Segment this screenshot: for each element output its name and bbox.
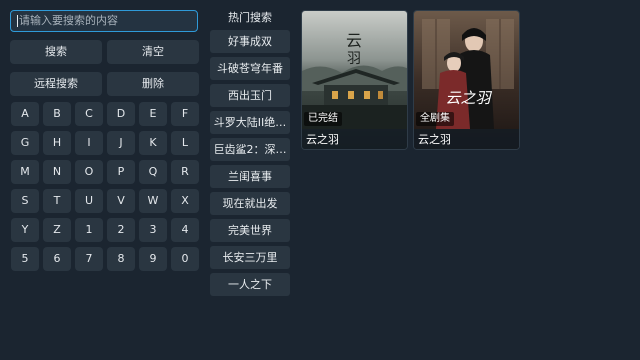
key-m[interactable]: M — [11, 160, 39, 184]
delete-button[interactable]: 删除 — [107, 72, 199, 96]
hot-search-item[interactable]: 现在就出发 — [210, 192, 290, 215]
key-x[interactable]: X — [171, 189, 199, 213]
search-placeholder: 请输入要搜索的内容 — [19, 14, 118, 27]
remote-search-button[interactable]: 远程搜索 — [10, 72, 102, 96]
result-card[interactable]: 云之羽 全剧集 云之羽 — [413, 10, 520, 150]
key-i[interactable]: I — [75, 131, 103, 155]
key-6[interactable]: 6 — [43, 247, 71, 271]
hot-search-item[interactable]: 一人之下 — [210, 273, 290, 296]
svg-text:羽: 羽 — [347, 51, 361, 67]
hot-search-item[interactable]: 长安三万里 — [210, 246, 290, 269]
clear-button[interactable]: 清空 — [107, 40, 199, 64]
key-o[interactable]: O — [75, 160, 103, 184]
search-button[interactable]: 搜索 — [10, 40, 102, 64]
key-e[interactable]: E — [139, 102, 167, 126]
key-8[interactable]: 8 — [107, 247, 135, 271]
key-f[interactable]: F — [171, 102, 199, 126]
hot-search-item[interactable]: 斗罗大陆II绝… — [210, 111, 290, 134]
svg-text:云: 云 — [346, 31, 362, 50]
hot-search-item[interactable]: 斗破苍穹年番 — [210, 57, 290, 80]
key-v[interactable]: V — [107, 189, 135, 213]
hot-search-item[interactable]: 完美世界 — [210, 219, 290, 242]
key-7[interactable]: 7 — [75, 247, 103, 271]
text-cursor — [17, 15, 18, 27]
key-q[interactable]: Q — [139, 160, 167, 184]
svg-text:云之羽: 云之羽 — [445, 89, 492, 107]
key-0[interactable]: 0 — [171, 247, 199, 271]
key-a[interactable]: A — [11, 102, 39, 126]
hot-search-item[interactable]: 好事成双 — [210, 30, 290, 53]
key-2[interactable]: 2 — [107, 218, 135, 242]
key-n[interactable]: N — [43, 160, 71, 184]
key-4[interactable]: 4 — [171, 218, 199, 242]
key-u[interactable]: U — [75, 189, 103, 213]
key-1[interactable]: 1 — [75, 218, 103, 242]
key-k[interactable]: K — [139, 131, 167, 155]
search-input[interactable]: 请输入要搜索的内容 — [10, 10, 198, 32]
hot-search-item[interactable]: 西出玉门 — [210, 84, 290, 107]
key-y[interactable]: Y — [11, 218, 39, 242]
key-b[interactable]: B — [43, 102, 71, 126]
key-t[interactable]: T — [43, 189, 71, 213]
key-r[interactable]: R — [171, 160, 199, 184]
status-badge: 全剧集 — [416, 112, 454, 126]
status-badge: 已完结 — [304, 112, 342, 126]
hot-search-title: 热门搜索 — [228, 11, 272, 24]
key-p[interactable]: P — [107, 160, 135, 184]
key-l[interactable]: L — [171, 131, 199, 155]
hot-search-item[interactable]: 兰闺喜事 — [210, 165, 290, 188]
key-w[interactable]: W — [139, 189, 167, 213]
key-d[interactable]: D — [107, 102, 135, 126]
result-title: 云之羽 — [414, 129, 519, 149]
key-s[interactable]: S — [11, 189, 39, 213]
key-z[interactable]: Z — [43, 218, 71, 242]
key-9[interactable]: 9 — [139, 247, 167, 271]
key-c[interactable]: C — [75, 102, 103, 126]
key-3[interactable]: 3 — [139, 218, 167, 242]
key-g[interactable]: G — [11, 131, 39, 155]
result-card[interactable]: 云 羽 已完结 云之羽 — [301, 10, 408, 150]
key-5[interactable]: 5 — [11, 247, 39, 271]
key-h[interactable]: H — [43, 131, 71, 155]
hot-search-item[interactable]: 巨齿鲨2：深… — [210, 138, 290, 161]
key-j[interactable]: J — [107, 131, 135, 155]
result-title: 云之羽 — [302, 129, 407, 149]
